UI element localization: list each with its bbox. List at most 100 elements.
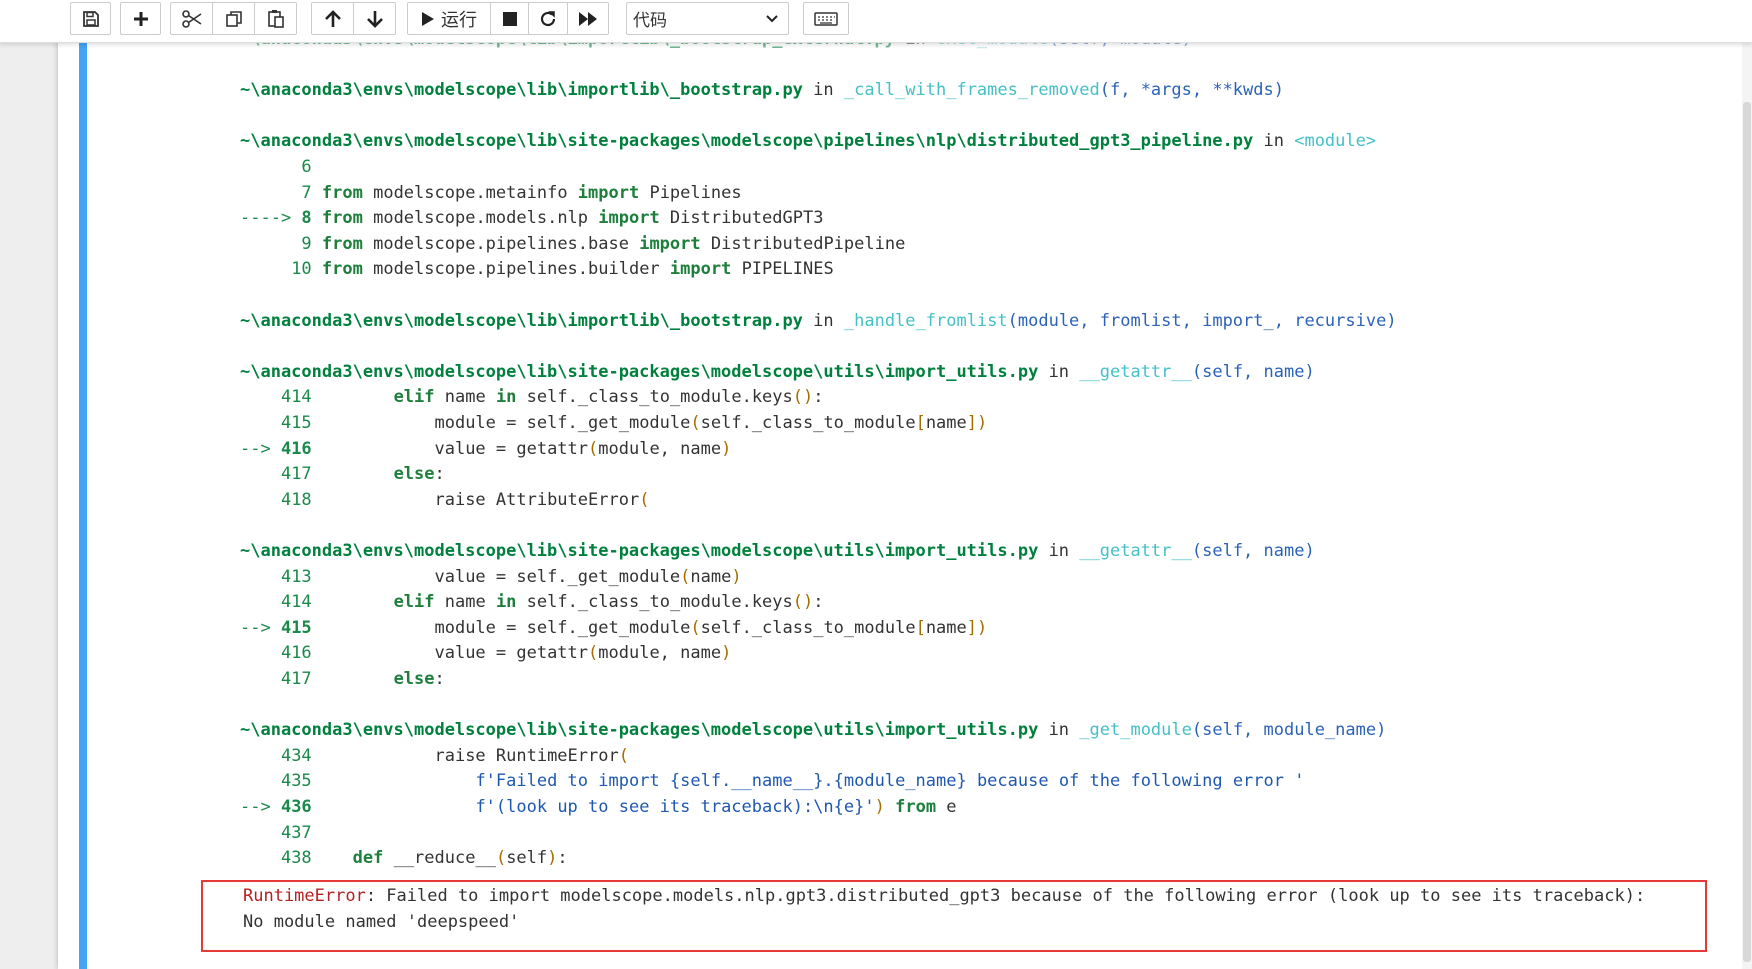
line-number: 437 <box>280 822 312 843</box>
copy-button[interactable] <box>212 2 255 35</box>
code-token: from <box>895 797 937 817</box>
frame-function-name: __getattr__ <box>1079 361 1192 382</box>
code-token: module, name <box>598 438 722 459</box>
frame-in-keyword: in <box>1038 720 1080 741</box>
line-arrow-prefix: --> <box>240 797 281 817</box>
line-arrow-prefix <box>240 592 281 612</box>
notebook-toolbar: 运行 代码 <box>0 0 1752 43</box>
frame-file-path: ~\anaconda3\envs\modelscope\lib\importli… <box>240 80 803 101</box>
command-palette-button[interactable] <box>803 2 849 35</box>
save-icon <box>82 10 99 27</box>
traceback-current-line: ----> 8 from modelscope.models.nlp impor… <box>240 206 823 232</box>
frame-arguments: (self, module_name) <box>1191 720 1387 741</box>
code-token: self._class_to_module <box>700 413 916 433</box>
line-number: 10 <box>291 259 312 280</box>
code-token: __reduce__ <box>383 848 496 869</box>
line-arrow-prefix <box>240 183 301 203</box>
arrow-up-icon <box>324 9 341 27</box>
code-token: import <box>598 208 660 229</box>
plus-icon <box>133 11 148 26</box>
frame-arguments: (module, fromlist, import_, recursive) <box>1007 310 1397 331</box>
code-token: ]) <box>966 617 988 638</box>
restart-run-all-button[interactable] <box>567 2 609 35</box>
code-token: : <box>557 848 568 869</box>
traceback-code-line: 437 <box>240 821 312 847</box>
save-button[interactable] <box>70 2 111 35</box>
traceback-code-line: 414 elif name in self._class_to_module.k… <box>240 590 824 616</box>
paste-button[interactable] <box>254 2 297 35</box>
insert-cell-button[interactable] <box>120 2 161 35</box>
line-number: 414 <box>280 387 312 408</box>
frame-function-name: _get_module <box>1079 720 1192 741</box>
traceback-code-line: 6 <box>240 155 311 181</box>
traceback-frame-header: ~\anaconda3\envs\modelscope\lib\site-pac… <box>240 539 1315 565</box>
traceback-code-line: 7 from modelscope.metainfo import Pipeli… <box>240 181 742 207</box>
frame-file-path: ~\anaconda3\envs\modelscope\lib\site-pac… <box>240 720 1039 741</box>
cell-type-select[interactable]: 代码 <box>626 2 789 35</box>
line-arrow-prefix <box>240 157 301 177</box>
frame-arguments: (self, name) <box>1191 361 1315 382</box>
code-token: PIPELINES <box>731 259 834 280</box>
line-number: 413 <box>280 566 312 587</box>
code-token: ( <box>588 438 599 459</box>
line-arrow-prefix <box>240 643 281 663</box>
code-token: () <box>792 592 814 613</box>
code-token: DistributedPipeline <box>700 233 906 254</box>
line-arrow-prefix: ----> <box>240 208 302 229</box>
traceback-code-line: 415 module = self._get_module(self._clas… <box>240 411 987 437</box>
run-button[interactable]: 运行 <box>407 2 491 35</box>
chevron-down-icon <box>766 15 778 23</box>
code-token: import <box>669 259 732 280</box>
error-type: RuntimeError <box>243 886 366 906</box>
selected-cell-indicator <box>79 40 87 969</box>
code-token: from <box>311 259 363 280</box>
frame-in-keyword: in <box>1038 541 1080 561</box>
code-token: ( <box>690 413 701 433</box>
line-number: 7 <box>301 182 312 203</box>
line-number: 8 <box>301 208 312 229</box>
code-token: modelscope.metainfo <box>362 182 578 203</box>
code-token: [ <box>915 617 926 638</box>
code-token: self._class_to_module.keys <box>516 387 793 408</box>
interrupt-kernel-button[interactable] <box>490 2 529 35</box>
vertical-scrollbar[interactable] <box>1742 42 1752 969</box>
frame-function-name: <module> <box>1294 131 1377 152</box>
move-up-button[interactable] <box>311 2 354 35</box>
line-arrow-prefix <box>240 669 281 689</box>
code-token: : <box>813 592 824 613</box>
frame-file-path: ~\anaconda3\envs\modelscope\lib\site-pac… <box>240 361 1039 382</box>
code-token: ) <box>721 643 732 664</box>
move-down-button[interactable] <box>353 2 396 35</box>
scrollbar-thumb[interactable] <box>1743 102 1751 962</box>
cut-button[interactable] <box>170 2 213 35</box>
line-arrow-prefix <box>240 413 281 433</box>
code-token: name <box>434 592 496 613</box>
code-token: self._class_to_module <box>700 617 916 638</box>
restart-kernel-button[interactable] <box>528 2 568 35</box>
code-token: f'(look up to see its traceback):\n{e}' <box>475 797 875 817</box>
arrow-down-icon <box>366 10 383 28</box>
code-token: import <box>577 182 640 203</box>
code-token: ( <box>495 848 507 869</box>
frame-in-keyword: in <box>1038 361 1080 382</box>
scissors-icon <box>181 9 201 28</box>
cell-type-value: 代码 <box>633 11 667 31</box>
code-token: [ <box>915 413 926 433</box>
code-token: module = self._get_module <box>311 617 691 638</box>
code-token: name <box>434 387 496 408</box>
line-arrow-prefix <box>240 490 281 510</box>
code-token: from <box>311 182 363 203</box>
code-token: f'Failed to import {self.__name__}.{modu… <box>475 771 1305 792</box>
copy-icon <box>225 10 242 27</box>
line-number: 416 <box>280 643 312 664</box>
traceback-code-line: 435 f'Failed to import {self.__name__}.{… <box>240 769 1305 795</box>
traceback-code-line: 414 elif name in self._class_to_module.k… <box>240 385 824 411</box>
cell-output-traceback: ~\anaconda3\envs\modelscope\lib\importli… <box>240 0 1740 969</box>
error-message-line1: : Failed to import modelscope.models.nlp… <box>365 886 1646 906</box>
code-token: ( <box>588 643 599 664</box>
traceback-code-line: 418 raise AttributeError( <box>240 488 649 514</box>
code-token: Pipelines <box>639 182 742 203</box>
